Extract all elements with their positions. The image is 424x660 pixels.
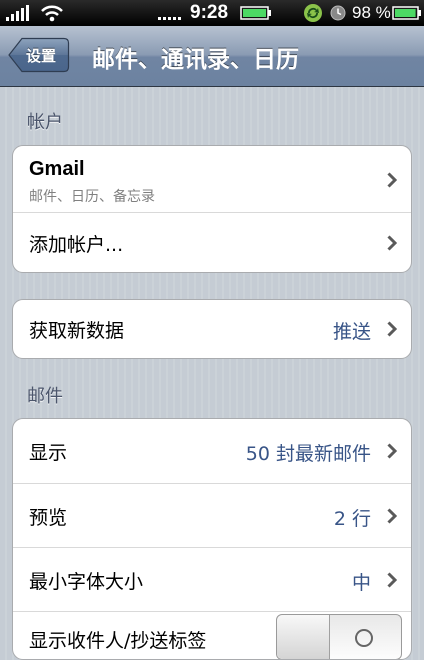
accounts-group: Gmail 邮件、日历、备忘录 添加帐户... <box>12 145 412 273</box>
carrier-dots-icon <box>158 17 181 20</box>
chevron-right-icon <box>387 572 397 588</box>
show-value: 50 封最新邮件 <box>245 443 371 465</box>
preview-value: 2 行 <box>333 508 371 530</box>
wifi-icon <box>41 5 63 22</box>
fetch-new-data-row[interactable]: 获取新数据 推送 <box>13 300 411 358</box>
preview-row[interactable]: 预览 2 行 <box>13 483 411 547</box>
toggle-off-indicator <box>355 629 373 647</box>
fetch-new-data-label: 获取新数据 <box>29 320 125 342</box>
page-title: 邮件、通讯录、日历 <box>92 47 299 73</box>
min-font-size-row[interactable]: 最小字体大小 中 <box>13 547 411 611</box>
chevron-right-icon <box>387 508 397 524</box>
account-title: Gmail <box>29 158 85 180</box>
show-row[interactable]: 显示 50 封最新邮件 <box>13 419 411 483</box>
status-time: 9:28 <box>190 2 229 23</box>
fetch-new-data-value: 推送 <box>332 321 371 343</box>
preview-label: 预览 <box>29 507 68 529</box>
show-to-cc-toggle[interactable] <box>276 614 402 659</box>
battery-percent: 98 % <box>352 3 391 22</box>
toggle-knob <box>277 615 330 659</box>
account-subtitle: 邮件、日历、备忘录 <box>29 189 155 205</box>
chevron-right-icon <box>387 235 397 251</box>
battery-small-icon <box>240 6 271 20</box>
fetch-group: 获取新数据 推送 <box>12 299 412 359</box>
clock-icon <box>330 5 346 21</box>
show-label: 显示 <box>29 442 68 464</box>
navigation-bar: 设置 邮件、通讯录、日历 <box>0 26 424 87</box>
account-row-gmail[interactable]: Gmail 邮件、日历、备忘录 <box>13 146 411 212</box>
min-font-size-value: 中 <box>351 572 371 594</box>
status-bar: 9:28 98 % <box>0 0 424 26</box>
add-account-row[interactable]: 添加帐户... <box>13 212 411 272</box>
signal-icon <box>6 5 29 21</box>
section-header-accounts: 帐户 <box>27 112 63 133</box>
battery-icon <box>392 6 421 20</box>
back-button-label: 设置 <box>26 47 57 65</box>
chevron-right-icon <box>387 443 397 459</box>
back-button[interactable]: 设置 <box>8 37 70 73</box>
show-to-cc-label: 显示收件人/抄送标签 <box>29 630 207 652</box>
min-font-size-label: 最小字体大小 <box>29 571 144 593</box>
chevron-right-icon <box>387 172 397 188</box>
chevron-right-icon <box>387 321 397 337</box>
sync-icon <box>304 4 322 22</box>
section-header-mail: 邮件 <box>27 386 63 407</box>
add-account-label: 添加帐户... <box>29 234 124 256</box>
mail-group: 显示 50 封最新邮件 预览 2 行 最小字体大小 中 显示收件人/抄送标签 <box>12 418 412 660</box>
